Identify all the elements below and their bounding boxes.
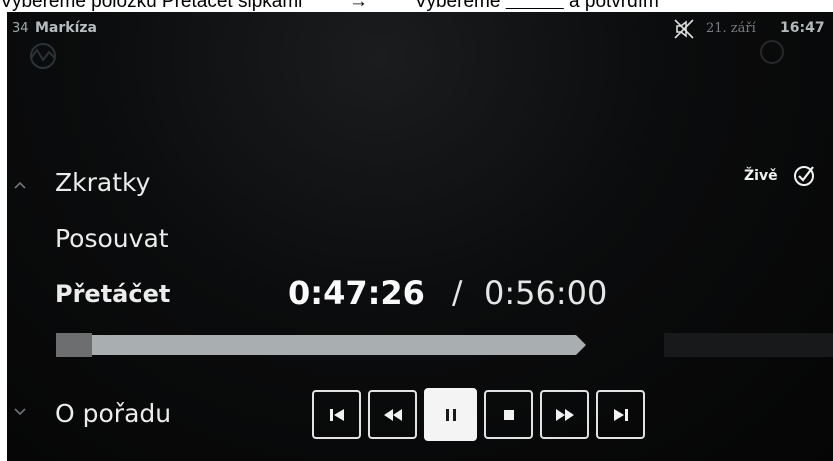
channel-number: 34 [12, 21, 29, 36]
pause-button[interactable] [424, 388, 477, 441]
rewind-button[interactable] [368, 390, 417, 439]
progress-fill [56, 335, 586, 355]
mute-icon [674, 19, 694, 39]
progress-played-segment [56, 333, 92, 357]
chevron-up-icon[interactable] [13, 180, 27, 190]
tv-screen: 34 Markíza 21. září 16:47 Zkratky Posouv… [7, 12, 833, 461]
playback-controls [312, 388, 645, 442]
menu-item-zkratky[interactable]: Zkratky [55, 168, 150, 197]
rewind-icon [383, 408, 402, 421]
skip-forward-button[interactable] [596, 390, 645, 439]
status-date: 21. září [706, 21, 756, 36]
progress-bar[interactable] [56, 333, 586, 357]
progress-buffer [664, 333, 833, 357]
menu-item-pretacet[interactable]: Přetáčet [55, 280, 170, 308]
channel-logo-icon [30, 43, 56, 69]
channel-name: Markíza [35, 20, 97, 36]
live-label: Živě [744, 168, 778, 184]
info-icon [760, 40, 784, 64]
caption-right-prefix: Vybereme [414, 0, 501, 12]
caption-right-suffix: a potvrdím [569, 0, 659, 12]
caption-arrow: → [348, 0, 368, 12]
current-time: 0:47:26 [288, 274, 425, 312]
status-time: 16:47 [780, 20, 825, 36]
caption-left: Vybereme položku Přetáčet šipkami [0, 0, 303, 12]
caption-underlined [506, 0, 564, 12]
skip-back-icon [329, 408, 344, 421]
time-separator: / [452, 275, 463, 311]
chevron-down-icon[interactable] [13, 406, 27, 416]
skip-forward-icon [613, 408, 628, 421]
stop-icon [503, 409, 514, 420]
menu-item-posouvat[interactable]: Posouvat [55, 224, 169, 253]
fast-forward-button[interactable] [540, 390, 589, 439]
fast-forward-icon [555, 408, 574, 421]
total-time: 0:56:00 [484, 274, 608, 312]
live-check-icon[interactable] [791, 162, 817, 188]
menu-item-o-poradu[interactable]: O pořadu [55, 399, 171, 428]
skip-back-button[interactable] [312, 390, 361, 439]
stop-button[interactable] [484, 390, 533, 439]
pause-icon [445, 408, 456, 421]
